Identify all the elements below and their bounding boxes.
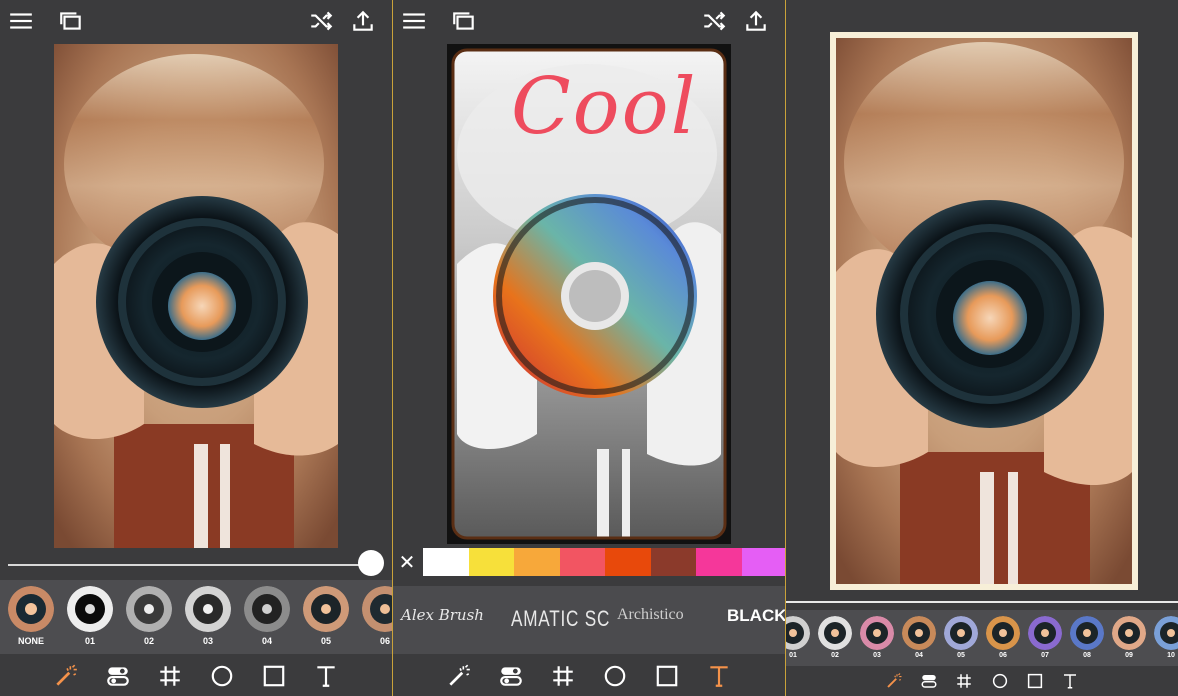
frame-thumb[interactable] xyxy=(986,616,1020,650)
text-icon[interactable] xyxy=(1059,670,1081,692)
share-icon[interactable] xyxy=(741,6,771,36)
frame-thumb[interactable] xyxy=(860,616,894,650)
effect-thumb-02[interactable] xyxy=(126,586,172,632)
effect-thumb-label: 03 xyxy=(202,636,213,646)
frame-thumb-label: 08 xyxy=(1083,652,1091,659)
shuffle-icon[interactable] xyxy=(306,6,336,36)
grid-icon[interactable] xyxy=(155,661,185,691)
effect-thumb-01[interactable] xyxy=(67,586,113,632)
square-icon[interactable] xyxy=(259,661,289,691)
effect-thumb-label: 01 xyxy=(84,636,95,646)
overlay-text[interactable]: Cool xyxy=(511,62,698,152)
grid-icon[interactable] xyxy=(548,661,578,691)
menu-icon[interactable] xyxy=(6,6,36,36)
effect-thumb-04[interactable] xyxy=(244,586,290,632)
frame-slider-track[interactable] xyxy=(786,601,1178,603)
color-swatch[interactable] xyxy=(650,548,697,576)
toggle-icon[interactable] xyxy=(496,661,526,691)
photo-canvas[interactable] xyxy=(54,44,338,548)
color-swatch[interactable] xyxy=(468,548,515,576)
frame-thumb[interactable] xyxy=(786,616,810,650)
frames-panel: 01 02 03 04 05 06 07 08 09 10 xyxy=(786,0,1178,696)
frame-thumb-label: 05 xyxy=(957,652,965,659)
bottom-toolbar xyxy=(0,654,392,696)
color-swatch[interactable] xyxy=(514,548,560,576)
frame-thumb[interactable] xyxy=(902,616,936,650)
layers-icon[interactable] xyxy=(56,6,86,36)
frame-thumb-label: 02 xyxy=(831,652,839,659)
share-icon[interactable] xyxy=(348,6,378,36)
effect-thumb-03[interactable] xyxy=(185,586,231,632)
frame-thumb[interactable] xyxy=(944,616,978,650)
font-option[interactable]: Alex Brush xyxy=(401,606,484,624)
effect-thumb-label: 02 xyxy=(143,636,154,646)
frame-thumb-label: 01 xyxy=(789,652,797,659)
frame-thumb-label: 07 xyxy=(1041,652,1049,659)
layers-icon[interactable] xyxy=(449,6,479,36)
effect-thumb-none[interactable] xyxy=(8,586,54,632)
effect-thumb-06[interactable] xyxy=(362,586,392,632)
font-option[interactable]: Archistico xyxy=(617,606,684,624)
magic-wand-icon[interactable] xyxy=(444,661,474,691)
close-icon[interactable]: ✕ xyxy=(395,548,419,576)
color-swatch[interactable] xyxy=(559,548,606,576)
square-icon[interactable] xyxy=(652,661,682,691)
intensity-slider-knob[interactable] xyxy=(358,550,384,576)
menu-icon[interactable] xyxy=(399,6,429,36)
photo-canvas[interactable] xyxy=(830,32,1138,590)
text-icon[interactable] xyxy=(704,661,734,691)
effect-thumb-label: 06 xyxy=(379,636,390,646)
circle-icon[interactable] xyxy=(600,661,630,691)
frame-thumb-label: 04 xyxy=(915,652,923,659)
frame-thumb[interactable] xyxy=(818,616,852,650)
color-swatch[interactable] xyxy=(423,548,469,576)
grid-icon[interactable] xyxy=(953,670,975,692)
circle-icon[interactable] xyxy=(207,661,237,691)
bottom-toolbar xyxy=(786,666,1178,696)
effect-thumb-label: 05 xyxy=(320,636,331,646)
bottom-toolbar xyxy=(393,654,785,696)
frame-thumb[interactable] xyxy=(1112,616,1146,650)
frame-thumb-label: 03 xyxy=(873,652,881,659)
toggle-icon[interactable] xyxy=(918,670,940,692)
frame-thumb-label: 06 xyxy=(999,652,1007,659)
intensity-slider-track[interactable] xyxy=(8,564,370,566)
frame-thumb[interactable] xyxy=(1070,616,1104,650)
frame-thumb[interactable] xyxy=(1154,616,1178,650)
circle-icon[interactable] xyxy=(989,670,1011,692)
effect-thumb-label: 04 xyxy=(261,636,272,646)
effect-thumbnail-strip[interactable]: NONE 01 02 03 04 05 06 xyxy=(0,580,392,654)
effect-thumb-05[interactable] xyxy=(303,586,349,632)
color-swatch[interactable] xyxy=(696,548,742,576)
frame-thumbnail-strip[interactable]: 01 02 03 04 05 06 07 08 09 10 xyxy=(786,610,1178,666)
magic-wand-icon[interactable] xyxy=(883,670,905,692)
frame-thumb[interactable] xyxy=(1028,616,1062,650)
frame-thumb-label: 09 xyxy=(1125,652,1133,659)
shuffle-icon[interactable] xyxy=(699,6,729,36)
effect-thumb-label: NONE xyxy=(17,636,44,646)
square-icon[interactable] xyxy=(1024,670,1046,692)
font-picker-strip[interactable]: Alex Brush AMATIC SC Archistico BLACKO xyxy=(393,586,785,654)
font-option[interactable]: AMATIC SC xyxy=(511,606,610,632)
text-panel: Cool ✕ Alex Brush AMATIC SC Archistico B… xyxy=(393,0,785,696)
font-option[interactable]: BLACKO xyxy=(727,606,785,626)
color-swatch[interactable] xyxy=(741,548,785,576)
frame-thumb-label: 10 xyxy=(1167,652,1175,659)
color-swatch[interactable] xyxy=(605,548,651,576)
text-icon[interactable] xyxy=(311,661,341,691)
magic-wand-icon[interactable] xyxy=(51,661,81,691)
toggle-icon[interactable] xyxy=(103,661,133,691)
effects-panel: NONE 01 02 03 04 05 06 xyxy=(0,0,392,696)
photo-canvas[interactable]: Cool xyxy=(447,44,731,544)
